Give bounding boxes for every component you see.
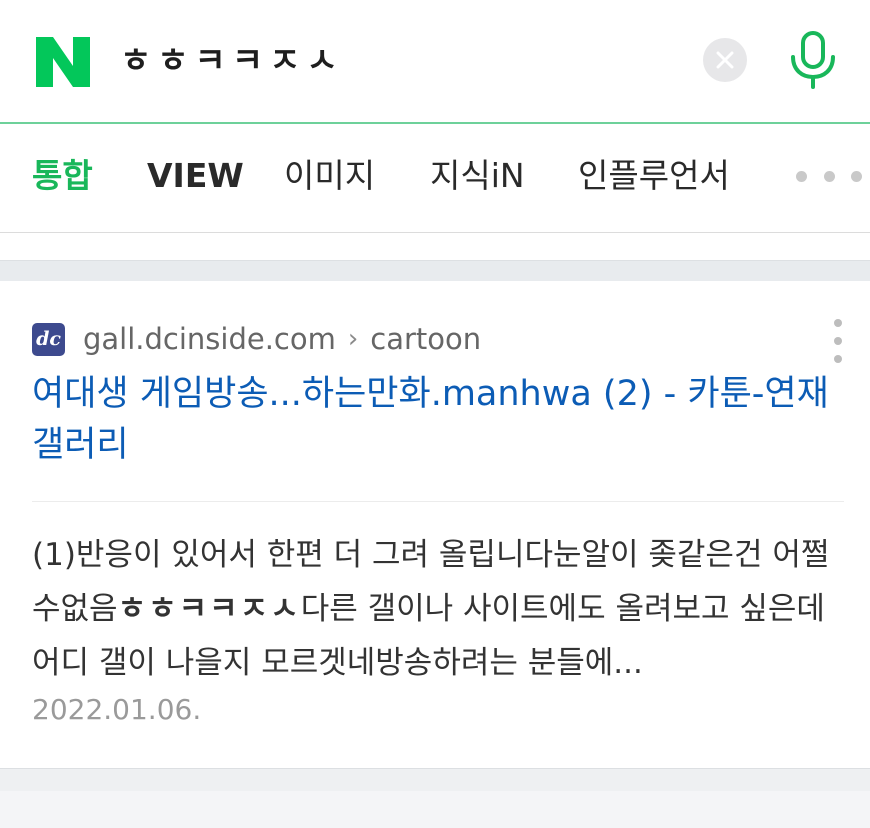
result-source[interactable]: dc gall.dcinside.com › cartoon: [32, 321, 481, 357]
clear-search-button[interactable]: [703, 38, 747, 82]
tab-knowledge-in[interactable]: 지식iN: [430, 152, 525, 200]
snippet-keyword-highlight: ㅎㅎㅋㅋㅈㅅ: [117, 591, 301, 627]
search-input[interactable]: ㅎㅎㅋㅋㅈㅅ: [120, 36, 344, 86]
tab-images[interactable]: 이미지: [284, 152, 375, 200]
tab-influencer[interactable]: 인플루언서: [578, 152, 730, 200]
section-separator-bottom: [0, 768, 870, 828]
microphone-icon: [791, 31, 835, 89]
breadcrumb-separator: ›: [347, 324, 359, 354]
search-tabs: 통합 VIEW 이미지 지식iN 인플루언서: [0, 124, 870, 233]
naver-logo[interactable]: [36, 37, 90, 87]
more-options-icon[interactable]: [828, 319, 848, 363]
close-icon: [716, 51, 734, 69]
result-snippet: (1)반응이 있어서 한편 더 그려 올립니다눈알이 좆같은건 어쩔수없음ㅎㅎㅋ…: [32, 528, 842, 690]
more-tabs-icon[interactable]: [796, 164, 862, 188]
search-result-card: dc gall.dcinside.com › cartoon 여대생 게임방송.…: [0, 281, 870, 768]
site-favicon-icon: dc: [32, 322, 65, 356]
voice-search-button[interactable]: [784, 28, 842, 92]
result-title-link[interactable]: 여대생 게임방송...하는만화.manhwa (2) - 카툰-연재 갤러리: [32, 369, 832, 471]
result-path: cartoon: [370, 322, 482, 356]
result-domain: gall.dcinside.com: [83, 322, 336, 356]
search-header: ㅎㅎㅋㅋㅈㅅ: [0, 0, 870, 124]
result-date: 2022.01.06.: [32, 693, 202, 726]
section-separator: [0, 260, 870, 281]
tab-integrated[interactable]: 통합: [32, 152, 93, 200]
tab-view[interactable]: VIEW: [147, 152, 244, 200]
divider: [32, 501, 844, 502]
